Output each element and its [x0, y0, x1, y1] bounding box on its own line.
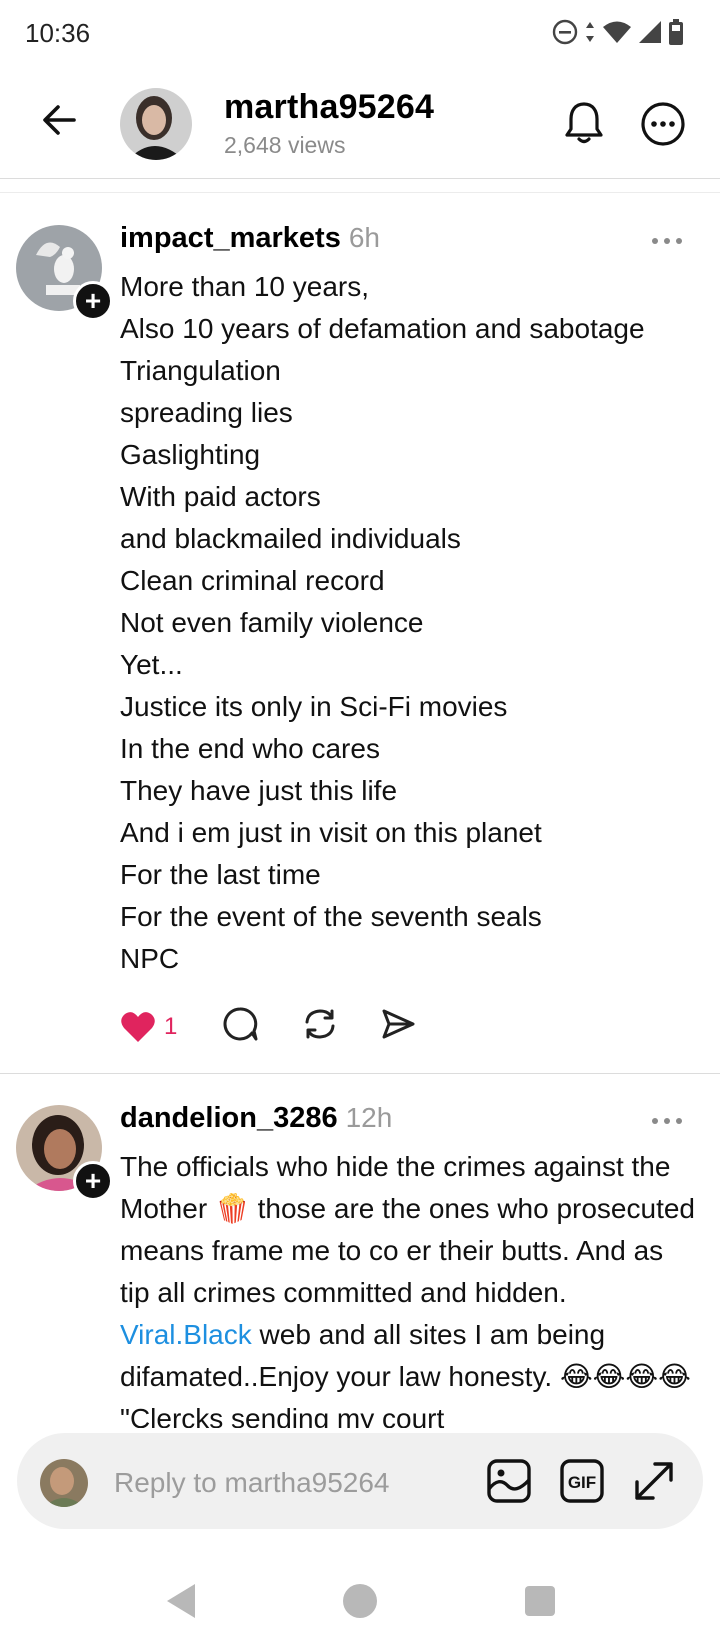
post-line: With paid actors — [120, 481, 321, 512]
post-line: More than 10 years, — [120, 271, 370, 302]
comment-icon — [223, 1007, 258, 1041]
post-line: In the end who cares — [120, 733, 380, 764]
bell-icon — [565, 102, 603, 144]
user-photo — [40, 1459, 88, 1507]
post-line: Triangulation — [120, 355, 281, 386]
post-more-button[interactable] — [652, 1115, 688, 1127]
triangle-back-icon — [167, 1584, 195, 1618]
gif-button[interactable]: GIF — [559, 1458, 605, 1509]
battery-icon — [669, 19, 683, 45]
post-time: 6h — [348, 222, 380, 253]
notifications-button[interactable] — [560, 98, 608, 146]
header-divider — [0, 178, 720, 179]
repost-icon — [305, 1009, 335, 1039]
post-line: NPC — [120, 943, 180, 974]
more-circle-icon — [641, 102, 685, 146]
post-line: For the last time — [120, 859, 321, 890]
like-button[interactable]: 1 — [120, 1010, 177, 1044]
data-arrows-icon — [586, 22, 594, 42]
nav-recents-button[interactable] — [525, 1586, 555, 1616]
nav-home-button[interactable] — [343, 1584, 377, 1618]
post-username[interactable]: dandelion_3286 — [120, 1102, 338, 1134]
attach-image-button[interactable] — [486, 1458, 532, 1509]
follow-plus-button[interactable]: + — [73, 1161, 113, 1201]
post-body: More than 10 years, Also 10 years of def… — [120, 266, 645, 980]
svg-text:GIF: GIF — [568, 1473, 596, 1492]
post-text: "Clercks sending my court — [120, 1403, 445, 1428]
like-count: 1 — [164, 1012, 178, 1040]
do-not-disturb-icon — [552, 19, 578, 45]
expand-icon — [635, 1462, 673, 1500]
post-line: Not even family violence — [120, 607, 424, 638]
profile-username[interactable]: martha95264 — [224, 88, 434, 127]
laughing-emoji: 😂😂😂😂 — [559, 1361, 691, 1392]
post-line: Justice its only in Sci-Fi movies — [120, 691, 508, 722]
follow-plus-button[interactable]: + — [73, 281, 113, 321]
popcorn-emoji: 🍿 — [214, 1193, 250, 1224]
post-line: and blackmailed individuals — [120, 523, 461, 554]
expand-button[interactable] — [631, 1458, 677, 1509]
comment-button[interactable] — [221, 1005, 259, 1048]
heart-filled-icon — [121, 1011, 155, 1042]
post-line: They have just this life — [120, 775, 398, 806]
status-time: 10:36 — [25, 18, 91, 48]
cell-signal-icon — [639, 21, 661, 43]
post-line: And i em just in visit on this planet — [120, 817, 542, 848]
post-more-button[interactable] — [652, 235, 688, 247]
back-button[interactable] — [38, 98, 82, 142]
post-username[interactable]: impact_markets — [120, 222, 341, 254]
more-options-button[interactable] — [640, 101, 686, 147]
reply-input[interactable] — [112, 1462, 456, 1504]
post-body: The officials who hide the crimes agains… — [120, 1146, 695, 1428]
profile-photo — [120, 88, 192, 160]
status-icons — [552, 18, 684, 46]
send-icon — [382, 1009, 415, 1039]
nav-back-button[interactable] — [165, 1582, 197, 1625]
arrow-left-icon — [43, 105, 76, 135]
post-time: 12h — [345, 1102, 393, 1133]
profile-avatar[interactable] — [120, 88, 192, 160]
post-line: spreading lies — [120, 397, 293, 428]
post-header: impact_markets 6h — [120, 222, 380, 255]
wifi-icon — [603, 21, 631, 43]
user-avatar — [40, 1459, 88, 1507]
post-header: dandelion_3286 12h — [120, 1102, 392, 1135]
post-line: Gaslighting — [120, 439, 261, 470]
post-line: For the event of the seventh seals — [120, 901, 542, 932]
post-line: Clean criminal record — [120, 565, 385, 596]
gif-icon: GIF — [560, 1459, 604, 1503]
section-divider — [0, 192, 720, 193]
view-count: 2,648 views — [224, 132, 346, 158]
image-icon — [487, 1459, 531, 1503]
post-line: Yet... — [120, 649, 183, 680]
post-actions: 1 — [120, 1005, 417, 1048]
post-divider — [0, 1073, 720, 1074]
repost-button[interactable] — [301, 1005, 339, 1048]
post-line: Also 10 years of defamation and sabotage — [120, 313, 645, 344]
post-link[interactable]: Viral.Black — [120, 1319, 252, 1350]
share-button[interactable] — [379, 1005, 417, 1048]
